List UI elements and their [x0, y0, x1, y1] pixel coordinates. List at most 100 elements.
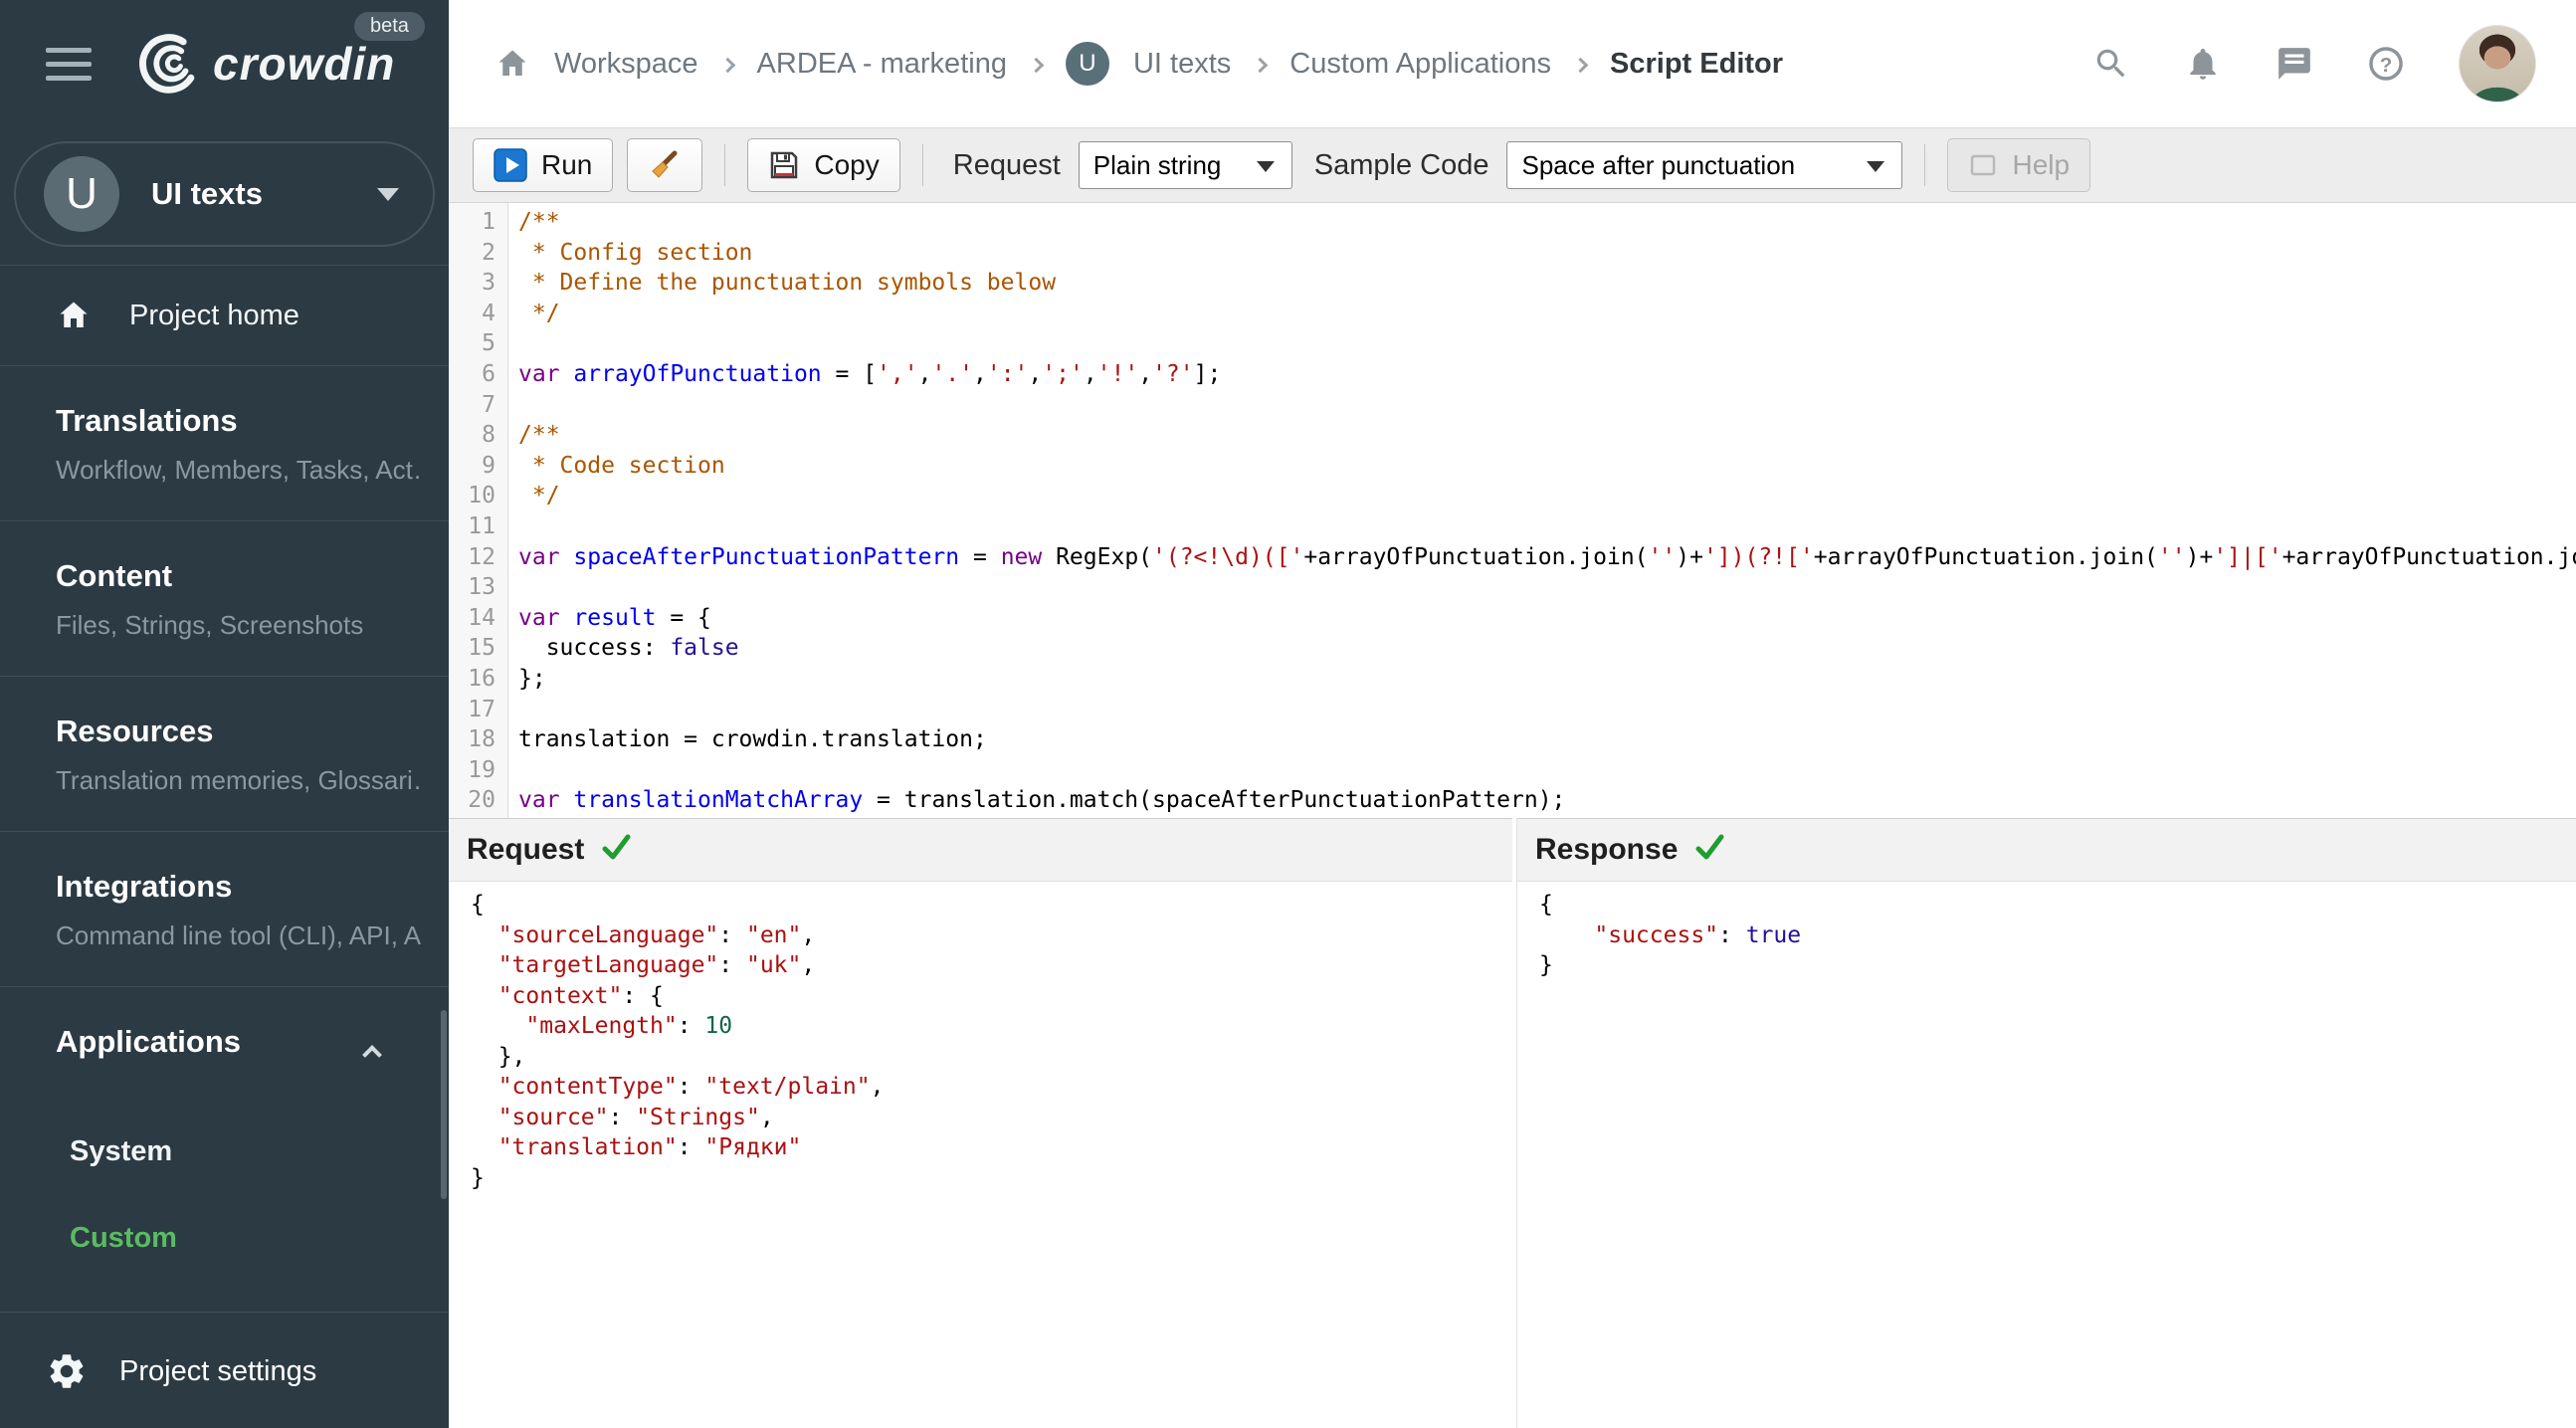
format-brush-button[interactable] — [627, 138, 703, 192]
run-button[interactable]: Run — [473, 138, 614, 192]
sidebar-item-custom[interactable]: Custom — [56, 1200, 423, 1277]
line-content[interactable]: translation = crowdin.translation; — [508, 724, 987, 755]
line-content[interactable]: "sourceLanguage": "en", — [461, 920, 816, 951]
code-line[interactable]: 7 — [449, 389, 2576, 421]
toolbar-separator — [1924, 144, 1926, 186]
sidebar-item-applications[interactable]: Applications System Custom — [0, 987, 449, 1312]
line-content[interactable]: "translation": "Рядки" — [461, 1132, 802, 1163]
sidebar-item-integrations[interactable]: Integrations Command line tool (CLI), AP… — [0, 832, 449, 986]
json-line[interactable]: "context": { — [461, 981, 1512, 1012]
code-line[interactable]: 17 — [449, 694, 2576, 725]
sidebar-item-content[interactable]: Content Files, Strings, Screenshots — [0, 521, 449, 676]
line-content[interactable]: /** — [508, 207, 560, 238]
breadcrumb-item-workspace[interactable]: Workspace — [554, 48, 698, 81]
line-number: 6 — [449, 358, 508, 390]
chevron-up-icon[interactable] — [362, 1045, 382, 1065]
code-line[interactable]: 4 */ — [449, 298, 2576, 329]
sidebar-item-system[interactable]: System — [56, 1114, 423, 1190]
breadcrumb-item-custom-applications[interactable]: Custom Applications — [1289, 48, 1551, 81]
code-line[interactable]: 10 */ — [449, 481, 2576, 511]
code-line[interactable]: 18 translation = crowdin.translation; — [449, 724, 2576, 755]
line-content[interactable] — [508, 695, 518, 725]
request-panel-title: Request — [467, 833, 585, 866]
breadcrumb-item-project[interactable]: UI texts — [1133, 48, 1231, 81]
line-content[interactable]: "targetLanguage": "uk", — [461, 950, 816, 981]
sidebar-item-project-settings[interactable]: Project settings — [0, 1313, 449, 1428]
line-content[interactable]: } — [461, 1163, 485, 1194]
code-line[interactable]: 16}; — [449, 663, 2576, 695]
line-content[interactable] — [508, 390, 518, 421]
code-line[interactable]: 19 — [449, 754, 2576, 786]
sample-code-select-wrap: Space after punctuation — [1506, 141, 1903, 189]
code-line[interactable]: 15 success: false — [449, 633, 2576, 664]
line-content[interactable]: var translationMatchArray = translation.… — [508, 785, 1565, 816]
json-line[interactable]: } — [461, 1163, 1512, 1194]
line-content[interactable]: "maxLength": 10 — [461, 1011, 732, 1042]
line-content[interactable]: * Config section — [508, 238, 753, 269]
messages-chat-icon[interactable] — [2276, 45, 2313, 83]
code-line[interactable]: 11 — [449, 510, 2576, 542]
json-line[interactable]: { — [461, 890, 1512, 920]
code-line[interactable]: 2 * Config section — [449, 237, 2576, 269]
line-content[interactable] — [508, 328, 518, 359]
line-content[interactable]: * Code section — [508, 451, 725, 482]
code-line[interactable]: 14 var result = { — [449, 602, 2576, 634]
notifications-bell-icon[interactable] — [2184, 45, 2222, 83]
line-content[interactable]: */ — [508, 299, 560, 329]
sidebar-scrollbar[interactable] — [441, 1010, 447, 1199]
line-content[interactable]: var result = { — [508, 603, 711, 634]
line-content[interactable]: "context": { — [461, 981, 664, 1012]
help-button[interactable]: Help — [1947, 138, 2091, 192]
line-content[interactable]: "source": "Strings", — [461, 1103, 774, 1133]
code-line[interactable]: 1/** — [449, 207, 2576, 238]
search-icon[interactable] — [2092, 45, 2130, 83]
json-line[interactable]: "sourceLanguage": "en", — [461, 920, 1512, 951]
chevron-down-icon — [377, 187, 399, 201]
sample-code-select[interactable]: Space after punctuation — [1506, 141, 1903, 189]
line-content[interactable]: /** — [508, 420, 560, 451]
user-avatar[interactable] — [2459, 25, 2536, 102]
request-type-select[interactable]: Plain string — [1078, 141, 1292, 189]
line-content[interactable]: { — [461, 890, 485, 920]
breadcrumb-item-project-group[interactable]: ARDEA - marketing — [757, 48, 1007, 81]
sidebar-item-translations[interactable]: Translations Workflow, Members, Tasks, A… — [0, 366, 449, 520]
line-content[interactable]: * Define the punctuation symbols below — [508, 268, 1056, 299]
line-content[interactable]: success: false — [508, 633, 739, 664]
code-line[interactable]: 5 — [449, 328, 2576, 359]
line-number: 16 — [449, 663, 508, 695]
line-content[interactable]: "contentType": "text/plain", — [461, 1072, 885, 1103]
code-line[interactable]: 9 * Code section — [449, 450, 2576, 482]
json-line[interactable]: "contentType": "text/plain", — [461, 1072, 1512, 1103]
line-content[interactable] — [508, 511, 518, 542]
line-content[interactable]: var arrayOfPunctuation = [',','.',':',';… — [508, 359, 1221, 390]
code-line[interactable]: 20 var translationMatchArray = translatio… — [449, 785, 2576, 816]
code-editor[interactable]: 1/** 2 * Config section 3 * Define the pun… — [449, 203, 2576, 818]
code-line[interactable]: 13 — [449, 572, 2576, 603]
json-line[interactable]: "maxLength": 10 — [461, 1011, 1512, 1042]
json-line[interactable]: "source": "Strings", — [461, 1103, 1512, 1133]
line-number: 8 — [449, 420, 508, 451]
code-line[interactable]: 12 var spaceAfterPunctuationPattern = new… — [449, 541, 2576, 573]
code-line[interactable]: 8/** — [449, 420, 2576, 451]
code-line[interactable]: 6 var arrayOfPunctuation = [',','.',':','… — [449, 358, 2576, 390]
sidebar-item-resources[interactable]: Resources Translation memories, Glossari… — [0, 677, 449, 831]
json-line[interactable]: "translation": "Рядки" — [461, 1132, 1512, 1163]
hamburger-menu-icon[interactable] — [46, 47, 92, 81]
line-content[interactable] — [508, 572, 518, 603]
request-json-editor[interactable]: { "sourceLanguage": "en", "targetLanguag… — [449, 882, 1512, 1428]
json-line[interactable]: "targetLanguage": "uk", — [461, 950, 1512, 981]
code-line[interactable]: 3 * Define the punctuation symbols below — [449, 268, 2576, 299]
sidebar-item-project-home[interactable]: Project home — [0, 266, 449, 365]
line-content[interactable]: */ — [508, 481, 560, 511]
line-content[interactable]: }; — [508, 664, 546, 695]
help-icon[interactable]: ? — [2367, 45, 2405, 83]
line-content[interactable]: var spaceAfterPunctuationPattern = new R… — [508, 542, 2576, 573]
home-icon[interactable] — [495, 46, 530, 82]
line-number: 2 — [449, 237, 508, 269]
line-content[interactable]: }, — [461, 1042, 526, 1073]
crowdin-logo[interactable]: crowdin — [125, 25, 395, 102]
copy-button[interactable]: Copy — [747, 138, 900, 192]
json-line[interactable]: }, — [461, 1042, 1512, 1073]
project-selector[interactable]: U UI texts — [14, 141, 435, 247]
line-content[interactable] — [508, 755, 518, 786]
